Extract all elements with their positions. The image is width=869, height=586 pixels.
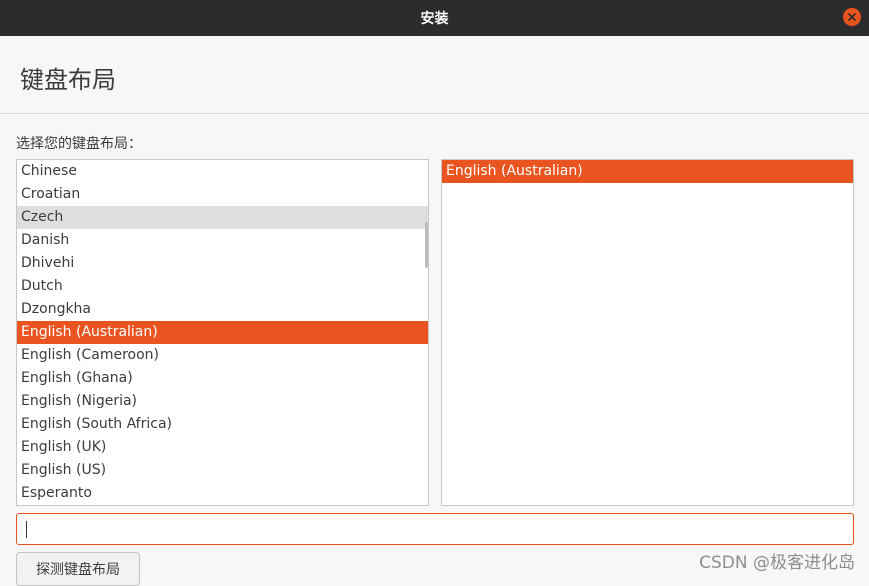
keyboard-layout-list[interactable]: Chinese Croatian Czech Danish Dhivehi Dutch Dz… (16, 159, 429, 506)
list-item[interactable]: English (Cameroon) (17, 344, 428, 367)
page-title: 键盘布局 (20, 66, 116, 94)
list-item[interactable]: Croatian (17, 183, 428, 206)
layout-test-field[interactable] (16, 513, 854, 545)
list-item[interactable]: English (Ghana) (17, 367, 428, 390)
page-header: 键盘布局 (0, 36, 869, 114)
list-item[interactable]: Dhivehi (17, 252, 428, 275)
list-item[interactable]: Danish (17, 229, 428, 252)
window-title: 安装 (420, 11, 449, 27)
list-item[interactable]: English (Australian) (17, 321, 428, 344)
list-item[interactable]: English (UK) (17, 436, 428, 459)
close-icon (848, 13, 856, 21)
text-caret (26, 521, 27, 538)
list-item[interactable]: English (US) (17, 459, 428, 482)
list-item[interactable]: Czech (17, 206, 428, 229)
list-item[interactable]: English (Nigeria) (17, 390, 428, 413)
close-button[interactable] (843, 8, 861, 26)
list-item[interactable]: Dzongkha (17, 298, 428, 321)
list-item[interactable]: Chinese (17, 160, 428, 183)
watermark: CSDN @极客进化岛 (699, 553, 855, 573)
list-item[interactable]: English (Australian) (442, 160, 853, 183)
layout-test-input[interactable] (17, 514, 853, 544)
layout-list-scrollbar[interactable] (425, 222, 428, 268)
layout-prompt: 选择您的键盘布局： (16, 136, 142, 152)
list-item[interactable]: Dutch (17, 275, 428, 298)
list-item[interactable]: Esperanto (17, 482, 428, 505)
window-titlebar: 安装 (0, 0, 869, 36)
list-item[interactable]: English (South Africa) (17, 413, 428, 436)
detect-layout-button[interactable]: 探测键盘布局 (16, 552, 140, 586)
keyboard-variant-list[interactable]: English (Australian) (441, 159, 854, 506)
